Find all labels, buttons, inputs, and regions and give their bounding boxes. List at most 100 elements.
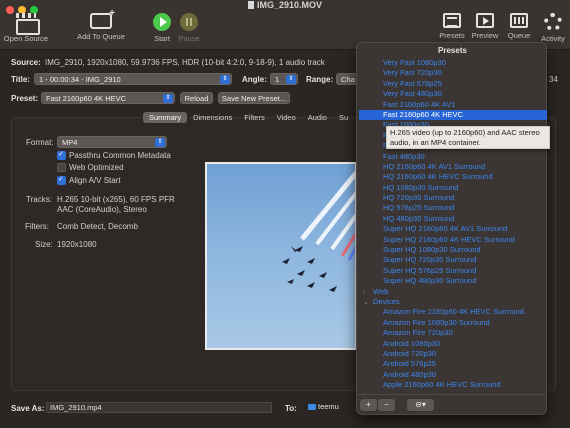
preset-group-label: Devices: [373, 296, 400, 306]
presets-label: Presets: [439, 31, 465, 40]
remove-preset-button[interactable]: −: [378, 399, 395, 411]
preset-item[interactable]: Super HQ 1080p30 Surround: [359, 245, 547, 255]
preset-item[interactable]: HQ 480p30 Surround: [359, 214, 547, 224]
preset-item[interactable]: Apple 2160p60 4K HEVC Surround: [359, 380, 547, 390]
preview-image[interactable]: [205, 162, 357, 350]
preset-item[interactable]: HQ 1080p30 Surround: [359, 183, 547, 193]
chevron-updown-icon: ⇕: [155, 138, 165, 147]
add-to-queue-label: Add To Queue: [77, 32, 125, 41]
preset-item[interactable]: Fast 480p30: [359, 152, 547, 162]
preset-item[interactable]: HQ 2160p60 4K HEVC Surround: [359, 172, 547, 182]
preset-select-value: Fast 2160p60 4K HEVC: [46, 94, 127, 103]
preview-icon: [476, 13, 494, 28]
passthru-metadata-label: Passthru Common Metadata: [69, 151, 171, 160]
size-value: 1920x1080: [57, 240, 97, 249]
preset-item[interactable]: Amazon Fire 720p30: [359, 328, 547, 338]
save-as-label: Save As:: [11, 404, 45, 413]
tracks-audio: AAC (CoreAudio), Stereo: [57, 205, 147, 214]
clapperboard-icon: [15, 13, 40, 35]
gear-icon: [544, 13, 562, 31]
play-icon: [153, 13, 171, 31]
preset-item[interactable]: HQ 576p25 Surround: [359, 203, 547, 213]
preset-item[interactable]: Very Fast 720p30: [359, 68, 547, 78]
chevron-updown-icon: ⇕: [220, 75, 230, 84]
start-button[interactable]: Start: [150, 13, 174, 43]
open-source-label: Open Source: [3, 34, 49, 43]
preset-item[interactable]: Android 1080p30: [359, 339, 547, 349]
window-title-text: IMG_2910.MOV: [256, 0, 323, 10]
range-end-value: 34: [549, 75, 558, 84]
preset-item[interactable]: Very Fast 480p30: [359, 89, 547, 99]
web-optimized-checkbox[interactable]: [57, 163, 66, 172]
preview-button[interactable]: Preview: [470, 13, 500, 40]
preset-tooltip: H.265 video (up to 2160p60) and AAC ster…: [386, 126, 550, 149]
queue-icon: [510, 13, 528, 28]
preset-item[interactable]: Android 480p30: [359, 370, 547, 380]
web-optimized-label: Web Optimized: [69, 163, 124, 172]
activity-button[interactable]: Activity: [537, 13, 569, 43]
tab-filters[interactable]: Filters: [238, 112, 270, 123]
preset-group[interactable]: › Web: [359, 287, 547, 297]
preset-item[interactable]: Very Fast 1080p30: [359, 58, 547, 68]
preset-item[interactable]: Amazon Fire 1080p30 Surround: [359, 318, 547, 328]
ellipsis-icon: ⊖▾: [415, 400, 426, 409]
tracks-video: H.265 10-bit (x265), 60 FPS PFR: [57, 195, 175, 204]
preset-item[interactable]: Fast 2160p60 4K AV1: [359, 100, 547, 110]
save-as-field[interactable]: IMG_2910.mp4: [46, 402, 272, 413]
chevron-updown-icon: ⇕: [286, 75, 296, 84]
open-source-button[interactable]: Open Source: [3, 13, 49, 43]
tab-summary[interactable]: Summary: [143, 112, 188, 123]
format-select[interactable]: MP4 ⇕: [57, 136, 167, 148]
filters-label: Filters:: [25, 222, 49, 231]
destination-label: To:: [285, 404, 297, 413]
presets-panel-title: Presets: [438, 46, 467, 55]
preset-item[interactable]: Super HQ 576p25 Surround: [359, 266, 547, 276]
preset-item[interactable]: HQ 2160p60 4K AV1 Surround: [359, 162, 547, 172]
angle-select[interactable]: 1 ⇕: [270, 73, 298, 85]
preset-item[interactable]: Super HQ 480p30 Surround: [359, 276, 547, 286]
preset-item[interactable]: Fast 2160p60 4K HEVC: [359, 109, 547, 121]
preset-item[interactable]: Android 576p25: [359, 359, 547, 369]
preset-item[interactable]: Android 720p30: [359, 349, 547, 359]
preview-label: Preview: [471, 31, 499, 40]
angle-select-value: 1: [275, 75, 280, 84]
title-select-value: 1 - 00:00:34 - IMG_2910: [39, 75, 121, 84]
angle-label: Angle:: [242, 75, 267, 84]
filters-value: Comb Detect, Decomb: [57, 222, 138, 231]
reload-button[interactable]: Reload: [180, 92, 213, 104]
queue-button[interactable]: Queue: [505, 13, 533, 40]
preset-item[interactable]: Super HQ 2160p60 4K AV1 Surround: [359, 224, 547, 234]
document-icon: [247, 1, 254, 9]
tab-dimensions[interactable]: Dimensions: [187, 112, 238, 123]
align-av-label: Align A/V Start: [69, 176, 121, 185]
presets-button[interactable]: Presets: [438, 13, 466, 40]
preset-options-button[interactable]: ⊖▾: [407, 399, 434, 411]
add-preset-button[interactable]: +: [360, 399, 377, 411]
pause-button[interactable]: Pause: [177, 13, 201, 43]
title-select[interactable]: 1 - 00:00:34 - IMG_2910 ⇕: [34, 73, 232, 85]
settings-tabs: Summary Dimensions Filters Video Audio S…: [143, 112, 354, 123]
preset-group[interactable]: ⌄ Devices: [359, 297, 547, 307]
range-select-value: Cha: [341, 75, 355, 84]
tab-video[interactable]: Video: [271, 112, 302, 123]
preset-select[interactable]: Fast 2160p60 4K HEVC ⇕: [41, 92, 175, 104]
save-new-preset-button[interactable]: Save New Preset...: [218, 92, 290, 104]
passthru-metadata-checkbox[interactable]: [57, 150, 66, 160]
title-label: Title:: [11, 75, 30, 84]
tab-subtitles[interactable]: Su: [333, 112, 354, 123]
folder-icon: [308, 404, 316, 410]
preset-item[interactable]: Very Fast 576p25: [359, 79, 547, 89]
tab-audio[interactable]: Audio: [302, 112, 333, 123]
destination-path[interactable]: teemu: [305, 402, 357, 413]
range-select[interactable]: Cha: [336, 73, 358, 85]
jets-illustration: [282, 170, 355, 292]
add-to-queue-button[interactable]: Add To Queue: [75, 8, 127, 41]
preset-item[interactable]: Super HQ 2160p60 4K HEVC Surround: [359, 235, 547, 245]
preset-item[interactable]: Amazon Fire 2160p60 4K HEVC Surround: [359, 307, 547, 317]
preset-item[interactable]: HQ 720p30 Surround: [359, 193, 547, 203]
chevron-down-icon: ⌄: [363, 298, 369, 306]
pause-label: Pause: [178, 34, 200, 43]
align-av-checkbox[interactable]: [57, 175, 66, 185]
preset-label: Preset:: [11, 94, 39, 103]
preset-item[interactable]: Super HQ 720p30 Surround: [359, 255, 547, 265]
